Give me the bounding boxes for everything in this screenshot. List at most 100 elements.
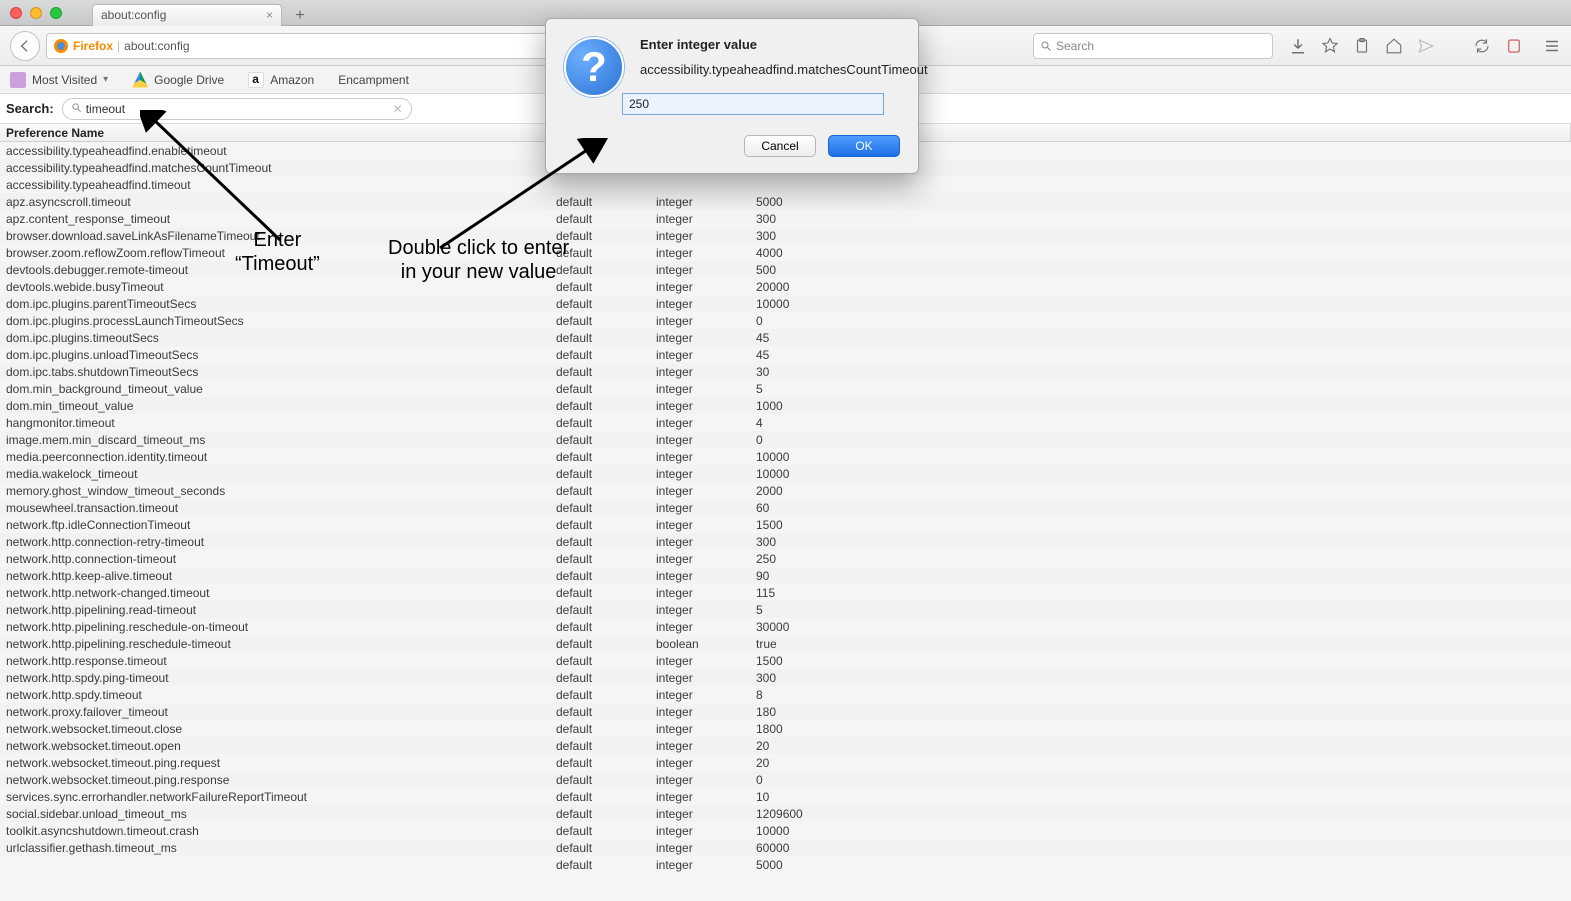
table-row[interactable]: dom.min_background_timeout_valuedefaulti… — [0, 380, 1571, 397]
table-row[interactable]: dom.ipc.plugins.processLaunchTimeoutSecs… — [0, 312, 1571, 329]
table-row[interactable]: mousewheel.transaction.timeoutdefaultint… — [0, 499, 1571, 516]
drive-icon — [132, 72, 148, 88]
cell-value: 90 — [752, 569, 1571, 583]
table-row[interactable]: hangmonitor.timeoutdefaultinteger4 — [0, 414, 1571, 431]
table-row[interactable]: network.http.network-changed.timeoutdefa… — [0, 584, 1571, 601]
send-icon[interactable] — [1417, 37, 1435, 55]
bookmark-star-icon[interactable] — [1321, 37, 1339, 55]
cancel-button[interactable]: Cancel — [744, 135, 816, 157]
pref-table: accessibility.typeaheadfind.enabletimeou… — [0, 142, 1571, 873]
bookmark-most-visited[interactable]: Most Visited ▾ — [10, 72, 108, 88]
clear-search-icon[interactable]: ✕ — [393, 102, 403, 116]
table-row[interactable]: dom.ipc.tabs.shutdownTimeoutSecsdefaulti… — [0, 363, 1571, 380]
zoom-window-icon[interactable] — [50, 7, 62, 19]
cell-status: default — [552, 858, 652, 872]
cell-value: 20000 — [752, 280, 1571, 294]
cell-type: integer — [652, 280, 752, 294]
new-tab-button[interactable]: + — [288, 6, 312, 26]
table-row[interactable]: dom.ipc.plugins.timeoutSecsdefaultintege… — [0, 329, 1571, 346]
cell-type: integer — [652, 807, 752, 821]
table-row[interactable]: network.websocket.timeout.closedefaultin… — [0, 720, 1571, 737]
table-row[interactable]: memory.ghost_window_timeout_secondsdefau… — [0, 482, 1571, 499]
table-row[interactable]: network.http.connection-retry-timeoutdef… — [0, 533, 1571, 550]
table-row[interactable]: services.sync.errorhandler.networkFailur… — [0, 788, 1571, 805]
table-row[interactable]: network.http.connection-timeoutdefaultin… — [0, 550, 1571, 567]
table-row[interactable]: network.http.keep-alive.timeoutdefaultin… — [0, 567, 1571, 584]
config-search-box[interactable]: ✕ — [62, 98, 412, 120]
ok-button[interactable]: OK — [828, 135, 900, 157]
table-row[interactable]: browser.zoom.reflowZoom.reflowTimeoutdef… — [0, 244, 1571, 261]
cell-value: 30 — [752, 365, 1571, 379]
cell-type: boolean — [652, 637, 752, 651]
cell-value: 60000 — [752, 841, 1571, 855]
table-row[interactable]: accessibility.typeaheadfind.timeout — [0, 176, 1571, 193]
table-row[interactable]: network.http.pipelining.reschedule-timeo… — [0, 635, 1571, 652]
url-separator: | — [117, 39, 120, 53]
table-row[interactable]: dom.min_timeout_valuedefaultinteger1000 — [0, 397, 1571, 414]
cell-pref-name: dom.min_background_timeout_value — [2, 382, 552, 396]
table-row[interactable]: urlclassifier.gethash.timeout_msdefaulti… — [0, 839, 1571, 856]
home-icon[interactable] — [1385, 37, 1403, 55]
table-row[interactable]: network.websocket.timeout.ping.requestde… — [0, 754, 1571, 771]
table-row[interactable]: defaultinteger5000 — [0, 856, 1571, 873]
close-window-icon[interactable] — [10, 7, 22, 19]
clipboard-icon[interactable] — [1353, 37, 1371, 55]
browser-tab[interactable]: about:config × — [92, 4, 282, 26]
cell-pref-name: network.proxy.failover_timeout — [2, 705, 552, 719]
table-row[interactable]: network.http.pipelining.reschedule-on-ti… — [0, 618, 1571, 635]
cell-pref-name: network.http.connection-retry-timeout — [2, 535, 552, 549]
table-row[interactable]: network.http.pipelining.read-timeoutdefa… — [0, 601, 1571, 618]
minimize-window-icon[interactable] — [30, 7, 42, 19]
table-row[interactable]: media.wakelock_timeoutdefaultinteger1000… — [0, 465, 1571, 482]
table-row[interactable]: network.http.response.timeoutdefaultinte… — [0, 652, 1571, 669]
cell-pref-name: media.wakelock_timeout — [2, 467, 552, 481]
cell-value: 60 — [752, 501, 1571, 515]
close-tab-icon[interactable]: × — [266, 8, 273, 22]
table-row[interactable]: browser.download.saveLinkAsFilenameTimeo… — [0, 227, 1571, 244]
table-row[interactable]: dom.ipc.plugins.parentTimeoutSecsdefault… — [0, 295, 1571, 312]
cell-pref-name: apz.asyncscroll.timeout — [2, 195, 552, 209]
cell-status: default — [552, 348, 652, 362]
toolbar-search[interactable]: Search — [1033, 33, 1273, 59]
table-row[interactable]: network.http.spdy.ping-timeoutdefaultint… — [0, 669, 1571, 686]
cell-status: default — [552, 263, 652, 277]
table-row[interactable]: apz.asyncscroll.timeoutdefaultinteger500… — [0, 193, 1571, 210]
table-row[interactable]: devtools.webide.busyTimeoutdefaultintege… — [0, 278, 1571, 295]
table-row[interactable]: dom.ipc.plugins.unloadTimeoutSecsdefault… — [0, 346, 1571, 363]
config-search-input[interactable] — [86, 102, 389, 116]
table-row[interactable]: network.proxy.failover_timeoutdefaultint… — [0, 703, 1571, 720]
cell-pref-name: social.sidebar.unload_timeout_ms — [2, 807, 552, 821]
cell-type: integer — [652, 654, 752, 668]
table-row[interactable]: devtools.debugger.remote-timeoutdefaulti… — [0, 261, 1571, 278]
downloads-icon[interactable] — [1289, 37, 1307, 55]
cell-status: default — [552, 841, 652, 855]
table-row[interactable]: network.ftp.idleConnectionTimeoutdefault… — [0, 516, 1571, 533]
cell-pref-name: network.http.pipelining.reschedule-on-ti… — [2, 620, 552, 634]
cell-status: default — [552, 246, 652, 260]
url-bar[interactable]: Firefox | about:config — [46, 33, 609, 59]
col-pref-name[interactable]: Preference Name — [2, 124, 552, 141]
table-row[interactable]: apz.content_response_timeoutdefaultinteg… — [0, 210, 1571, 227]
menu-icon[interactable] — [1543, 37, 1561, 55]
cell-value: 1000 — [752, 399, 1571, 413]
table-row[interactable]: image.mem.min_discard_timeout_msdefaulti… — [0, 431, 1571, 448]
back-button[interactable] — [10, 31, 40, 61]
cell-type: integer — [652, 552, 752, 566]
cell-type: integer — [652, 382, 752, 396]
table-row[interactable]: network.http.spdy.timeoutdefaultinteger8 — [0, 686, 1571, 703]
cell-type: integer — [652, 212, 752, 226]
cell-type: integer — [652, 824, 752, 838]
table-row[interactable]: toolkit.asyncshutdown.timeout.crashdefau… — [0, 822, 1571, 839]
cell-value: 5 — [752, 382, 1571, 396]
bookmark-google-drive[interactable]: Google Drive — [132, 72, 224, 88]
table-row[interactable]: media.peerconnection.identity.timeoutdef… — [0, 448, 1571, 465]
cell-pref-name: hangmonitor.timeout — [2, 416, 552, 430]
table-row[interactable]: social.sidebar.unload_timeout_msdefaulti… — [0, 805, 1571, 822]
table-row[interactable]: network.websocket.timeout.opendefaultint… — [0, 737, 1571, 754]
table-row[interactable]: network.websocket.timeout.ping.responsed… — [0, 771, 1571, 788]
shield-icon[interactable] — [1505, 37, 1523, 55]
bookmark-amazon[interactable]: Amazon — [248, 72, 314, 88]
sync-icon[interactable] — [1473, 37, 1491, 55]
cell-value: 0 — [752, 433, 1571, 447]
bookmark-encampment[interactable]: Encampment — [338, 73, 409, 87]
